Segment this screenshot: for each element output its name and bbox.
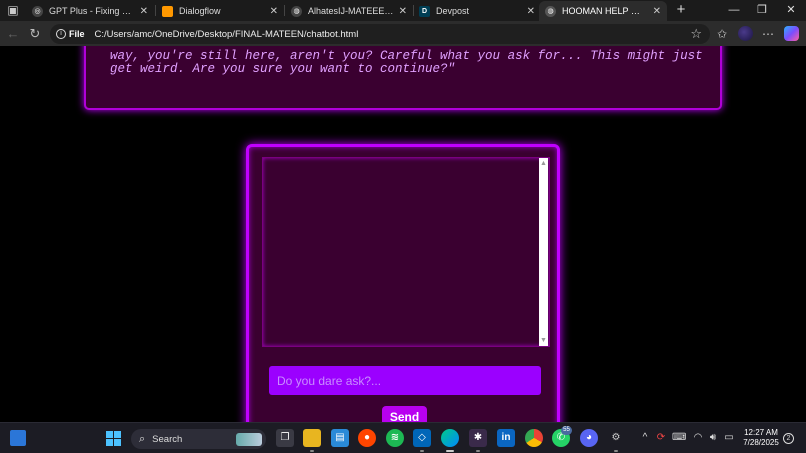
copilot-icon[interactable] [784, 26, 799, 41]
minimize-button[interactable]: — [721, 2, 747, 18]
globe-icon: ◍ [545, 5, 556, 17]
tab-hooman-help[interactable]: ◍ HOOMAN HELP — Are you sure? ✕ [539, 1, 667, 21]
tab-github[interactable]: ◍ AlhatesIJ-MATEEEN — my repo ✕ [285, 1, 413, 21]
chrome-icon[interactable] [525, 429, 543, 447]
scroll-down-icon[interactable]: ▼ [539, 336, 548, 345]
taskbar-search[interactable]: ⌕ Search [131, 429, 266, 449]
wifi-icon[interactable]: ◠ [691, 431, 705, 445]
discord-icon[interactable]: ◕ [580, 429, 598, 447]
globe-icon: ◍ [291, 5, 302, 17]
tab-title: HOOMAN HELP — Are you sure? [562, 6, 649, 16]
address-bar: ← ↻ i File C:/Users/amc/OneDrive/Desktop… [0, 21, 806, 46]
restore-button[interactable]: ❐ [749, 2, 775, 18]
sync-icon[interactable]: ⟳ [654, 431, 668, 445]
tab-actions-icon[interactable]: ▣ [4, 2, 22, 18]
taskbar: ⌕ Search ❐ ▤ ● ≋ ◇ ✱ in ✆ 55 ◕ ⚙ ^ ⟳ ⌨ ◠… [0, 422, 806, 453]
task-view-icon[interactable]: ❐ [276, 429, 294, 447]
chat-messages [262, 157, 550, 347]
linkedin-icon[interactable]: in [497, 429, 515, 447]
favorites-icon[interactable]: ✩ [713, 25, 731, 43]
browser-window: ▣ ◎ GPT Plus - Fixing display issue ✕ Di… [0, 0, 806, 453]
close-icon[interactable]: ✕ [270, 6, 278, 17]
edge-icon[interactable] [441, 429, 459, 447]
url-text[interactable]: C:/Users/amc/OneDrive/Desktop/FINAL-MATE… [95, 29, 691, 40]
search-highlight-icon [236, 432, 262, 446]
tab-title: GPT Plus - Fixing display issue [49, 6, 136, 16]
tab-title: Devpost [436, 6, 470, 16]
new-tab-button[interactable]: + [672, 1, 690, 19]
gpt-icon: ◎ [32, 5, 43, 17]
notifications-badge[interactable]: 2 [783, 433, 794, 444]
chat-panel: ▲ ▼ Send [246, 144, 560, 422]
tab-devpost[interactable]: D Devpost ✕ [413, 1, 541, 21]
file-explorer-icon[interactable] [303, 429, 321, 447]
info-icon[interactable]: i [56, 29, 66, 39]
settings-gear-icon[interactable]: ⚙ [607, 429, 625, 447]
url-scheme: File [69, 29, 85, 39]
close-icon[interactable]: ✕ [140, 6, 148, 17]
close-icon[interactable]: ✕ [399, 6, 407, 17]
chevron-up-icon[interactable]: ^ [640, 431, 650, 445]
widgets-icon[interactable] [10, 430, 26, 446]
send-button[interactable]: Send [382, 406, 427, 422]
tab-gpt[interactable]: ◎ GPT Plus - Fixing display issue ✕ [26, 1, 154, 21]
whatsapp-badge: 55 [561, 426, 572, 435]
dialogflow-icon [162, 5, 173, 17]
spotify-icon[interactable]: ≋ [386, 429, 404, 447]
notepad-icon[interactable]: ▤ [331, 429, 349, 447]
clock-time: 12:27 AM [744, 428, 778, 437]
page-viewport: way, you're still here, aren't you? Care… [0, 46, 806, 422]
reddit-icon[interactable]: ● [358, 429, 376, 447]
vscode-icon[interactable]: ◇ [413, 429, 431, 447]
chat-input[interactable] [269, 366, 541, 395]
start-icon[interactable] [106, 431, 121, 446]
tab-title: Dialogflow [179, 6, 221, 16]
favorite-star-icon[interactable]: ☆ [690, 26, 702, 42]
back-arrow-icon[interactable]: ← [4, 25, 22, 43]
refresh-icon[interactable]: ↻ [26, 25, 44, 43]
search-label: Search [152, 433, 183, 445]
tab-bar: ▣ ◎ GPT Plus - Fixing display issue ✕ Di… [0, 0, 806, 21]
story-box: way, you're still here, aren't you? Care… [84, 46, 722, 110]
more-options-icon[interactable]: ⋯ [759, 25, 777, 43]
chat-scrollbar[interactable]: ▲ ▼ [539, 158, 548, 346]
story-text: way, you're still here, aren't you? Care… [110, 49, 703, 76]
tab-title: AlhatesIJ-MATEEEN — my repo [308, 6, 395, 16]
scroll-up-icon[interactable]: ▲ [539, 159, 548, 168]
clock[interactable]: 12:27 AM 7/28/2025 [741, 428, 781, 448]
volume-icon[interactable]: 🔊︎ [706, 431, 720, 445]
tab-dialogflow[interactable]: Dialogflow ✕ [156, 1, 284, 21]
devpost-icon: D [419, 5, 430, 17]
slack-icon[interactable]: ✱ [469, 429, 487, 447]
keyboard-icon[interactable]: ⌨ [672, 431, 686, 445]
search-icon: ⌕ [139, 432, 146, 445]
close-icon[interactable]: ✕ [527, 6, 535, 17]
omnibox[interactable]: i File C:/Users/amc/OneDrive/Desktop/FIN… [50, 24, 710, 44]
close-window-button[interactable]: ✕ [778, 2, 804, 18]
clock-date: 7/28/2025 [743, 438, 779, 447]
battery-icon[interactable]: ▭ [722, 431, 736, 445]
profile-avatar[interactable] [738, 26, 753, 41]
close-icon[interactable]: ✕ [653, 6, 661, 17]
